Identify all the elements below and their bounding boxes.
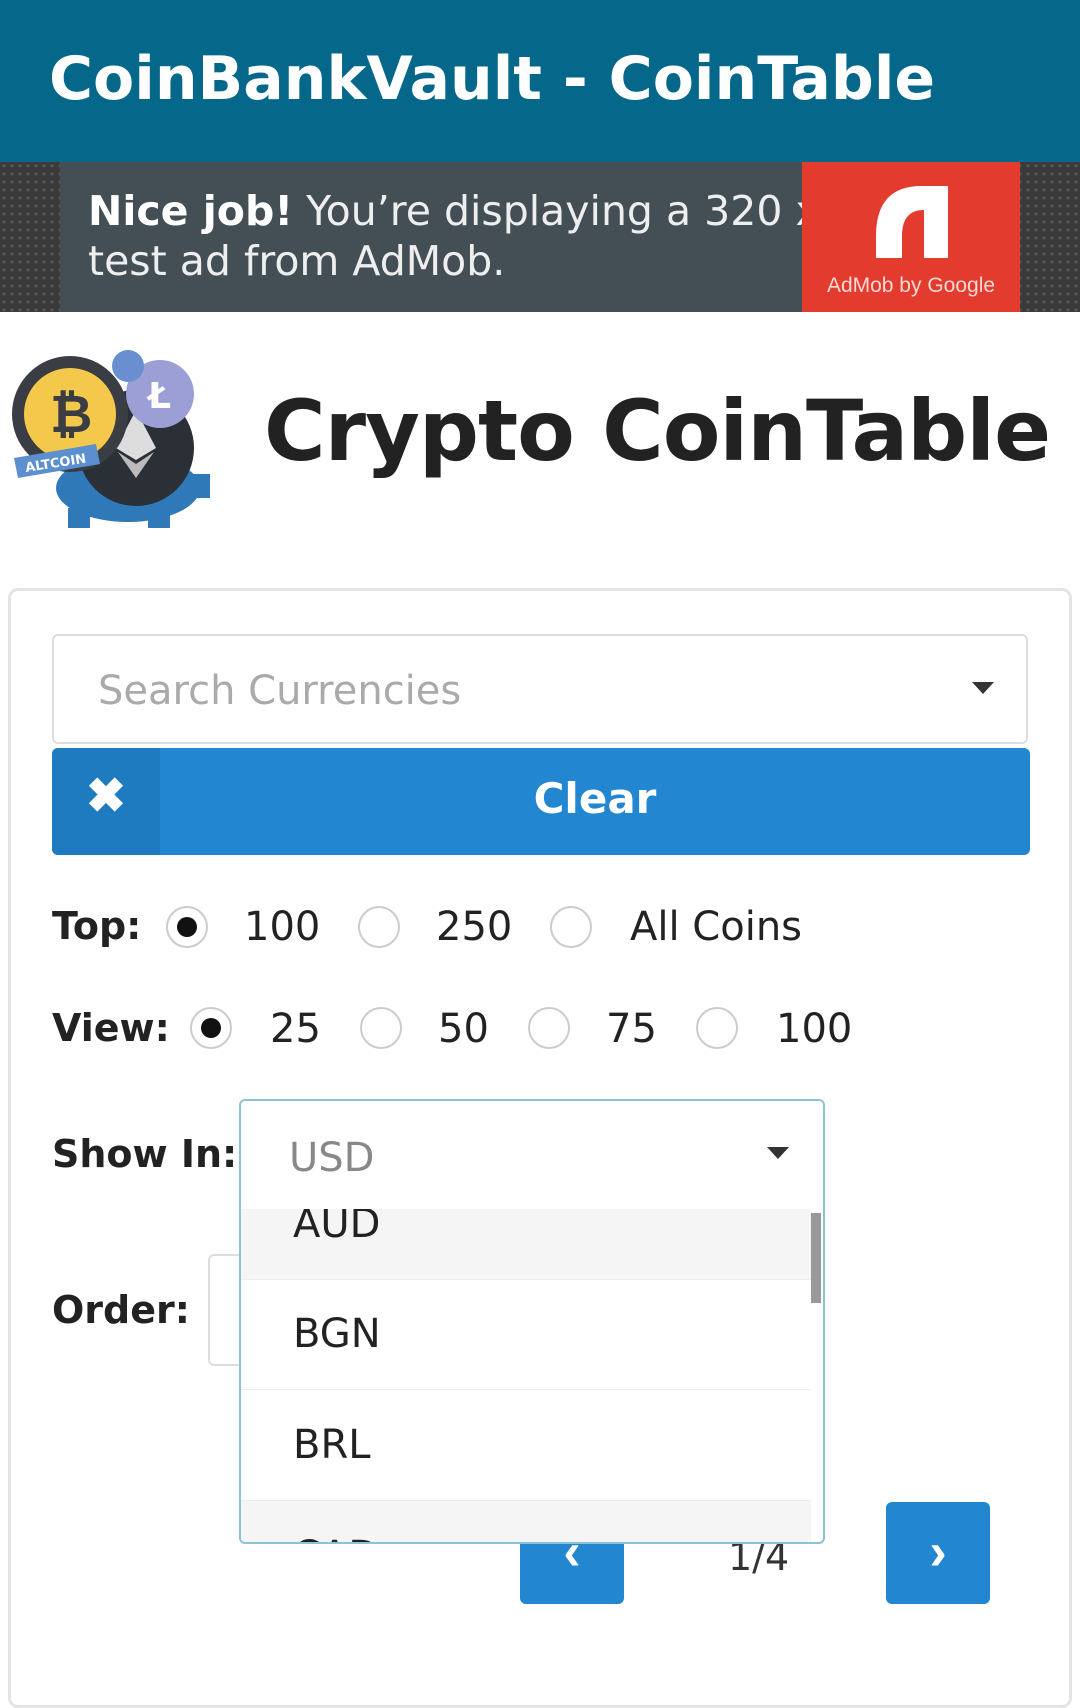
option-label: BRL bbox=[293, 1422, 371, 1468]
top-100-radio[interactable] bbox=[166, 906, 208, 948]
view-25-radio[interactable] bbox=[190, 1007, 232, 1049]
admob-logo[interactable]: AdMob by Google bbox=[802, 162, 1020, 312]
option-brl[interactable]: BRL bbox=[241, 1390, 811, 1501]
svg-text:Ł: Ł bbox=[146, 376, 171, 417]
view-label: View: bbox=[52, 1006, 170, 1050]
view-25-label[interactable]: 25 bbox=[270, 1006, 321, 1052]
search-placeholder: Search Currencies bbox=[98, 668, 462, 714]
top-all-coins-radio[interactable] bbox=[550, 906, 592, 948]
order-label: Order: bbox=[52, 1288, 190, 1332]
top-all-coins-label[interactable]: All Coins bbox=[630, 904, 802, 950]
search-currencies-select[interactable]: Search Currencies bbox=[52, 634, 1028, 744]
show-in-select[interactable]: USD bbox=[239, 1099, 825, 1211]
top-250-radio[interactable] bbox=[358, 906, 400, 948]
svg-text:₿: ₿ bbox=[50, 385, 92, 445]
top-250-label[interactable]: 250 bbox=[436, 904, 512, 950]
app-title: CoinBankVault - CoinTable bbox=[49, 44, 936, 114]
show-in-dropdown[interactable]: AUD BGN BRL CAD bbox=[239, 1209, 825, 1544]
hero: Ł ₿ ALTCOIN Crypto CoinTable bbox=[0, 312, 1080, 582]
view-50-radio[interactable] bbox=[360, 1007, 402, 1049]
view-100-label[interactable]: 100 bbox=[776, 1006, 852, 1052]
ad-line2: test ad from AdMob. bbox=[88, 237, 506, 285]
top-100-label[interactable]: 100 bbox=[244, 904, 320, 950]
show-in-selected: USD bbox=[289, 1135, 375, 1181]
view-100-radio[interactable] bbox=[696, 1007, 738, 1049]
ad-banner[interactable]: Nice job! You’re displaying a 320 x 50 t… bbox=[0, 162, 1080, 312]
option-bgn[interactable]: BGN bbox=[241, 1279, 811, 1390]
clear-button[interactable]: ✖ Clear bbox=[52, 748, 1030, 855]
admob-brand: AdMob by Google bbox=[826, 274, 996, 297]
show-in-label: Show In: bbox=[52, 1132, 238, 1176]
option-label: CAD bbox=[293, 1533, 379, 1542]
app-bar: CoinBankVault - CoinTable bbox=[0, 0, 1080, 162]
clear-button-label: Clear bbox=[533, 774, 657, 823]
piggy-bank-coins-logo: Ł ₿ ALTCOIN bbox=[12, 350, 210, 528]
ad-text: Nice job! You’re displaying a 320 x 50 t… bbox=[88, 186, 885, 286]
view-75-label[interactable]: 75 bbox=[606, 1006, 657, 1052]
option-aud[interactable]: AUD bbox=[241, 1209, 811, 1280]
option-cad[interactable]: CAD bbox=[241, 1501, 811, 1542]
ad-bold-text: Nice job! bbox=[88, 187, 294, 235]
dropdown-scrollbar[interactable] bbox=[811, 1213, 821, 1303]
page-title: Crypto CoinTable bbox=[264, 382, 1051, 480]
close-icon: ✖ bbox=[85, 770, 127, 823]
admob-icon bbox=[876, 186, 948, 258]
clear-icon-box: ✖ bbox=[52, 748, 160, 855]
view-50-label[interactable]: 50 bbox=[438, 1006, 489, 1052]
next-page-button[interactable]: › bbox=[886, 1502, 990, 1604]
view-75-radio[interactable] bbox=[528, 1007, 570, 1049]
chevron-down-icon bbox=[767, 1147, 789, 1159]
option-label: BGN bbox=[293, 1311, 381, 1357]
option-label: AUD bbox=[293, 1209, 381, 1247]
chevron-down-icon bbox=[972, 682, 994, 694]
ad-content[interactable]: Nice job! You’re displaying a 320 x 50 t… bbox=[60, 162, 1020, 312]
top-label: Top: bbox=[52, 904, 142, 948]
ad-line1: You’re displaying a 320 x 50 bbox=[293, 187, 885, 235]
